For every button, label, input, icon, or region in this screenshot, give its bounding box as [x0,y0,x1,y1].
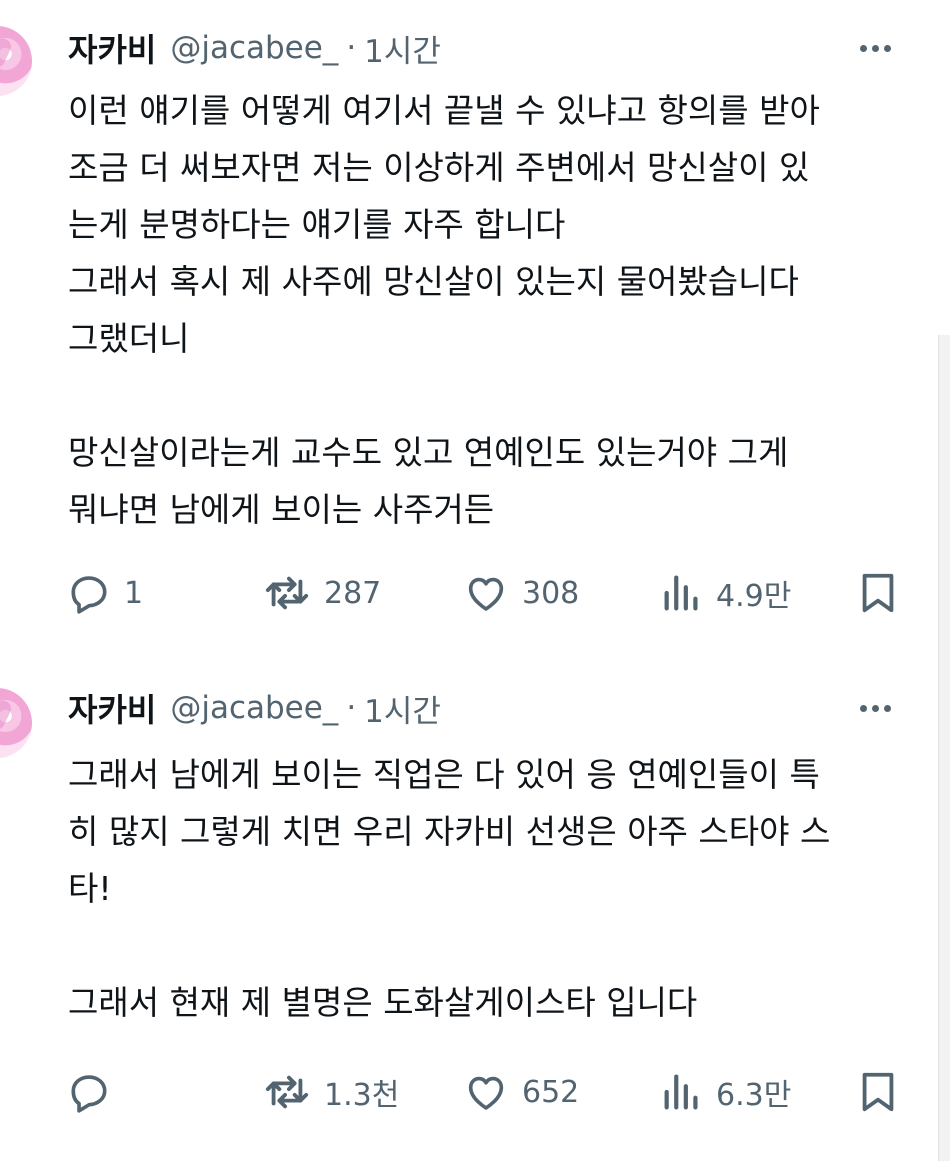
author-handle[interactable]: @jacabee_ [170,690,338,726]
tweet-text: 이런 얘기를 어떻게 여기서 끝낼 수 있냐고 항의를 받아 조금 더 써보자면… [68,91,820,529]
tweet-header: 자카비 @jacabee_ · 1시간 [68,26,441,70]
reply-icon [66,570,112,616]
like-icon [462,570,510,616]
tweet-feed: 자카비 @jacabee_ · 1시간 이런 얘기를 어떻게 여기서 끝낼 수 … [0,0,950,1161]
tweet-text: 그래서 남에게 보이는 직업은 다 있어 응 연예인들이 특 히 많지 그렇게 … [68,755,831,1022]
views-button[interactable]: 6.3만 [660,1067,791,1117]
like-count: 652 [522,1074,580,1110]
action-bar: 1.3천 652 6.3만 [0,1067,950,1117]
more-icon[interactable] [852,686,898,730]
views-icon [660,570,704,616]
retweet-count: 1.3천 [324,1078,400,1113]
like-count: 308 [522,575,580,611]
more-icon[interactable] [852,26,898,70]
timestamp[interactable]: 1시간 [364,686,441,731]
author-handle[interactable]: @jacabee_ [170,30,338,66]
avatar[interactable] [0,26,32,96]
separator-dot: · [346,690,357,726]
reply-count: 1 [124,575,144,611]
timestamp[interactable]: 1시간 [364,26,441,71]
separator-dot: · [346,30,357,66]
views-icon [660,1069,704,1115]
retweet-button[interactable]: 1.3천 [262,1067,399,1117]
author-name[interactable]: 자카비 [68,685,156,731]
action-bar: 1 287 308 4.9만 [0,568,950,618]
reply-icon [66,1069,112,1115]
avatar[interactable] [0,688,32,758]
bookmark-icon [858,570,898,616]
retweet-button[interactable]: 287 [262,568,381,618]
tweet[interactable]: 자카비 @jacabee_ · 1시간 그래서 남에게 보이는 직업은 다 있어… [0,660,950,1161]
like-button[interactable]: 652 [462,1067,579,1117]
retweet-icon [262,570,312,616]
bookmark-button[interactable] [858,568,898,618]
bookmark-icon [858,1069,898,1115]
tweet-header: 자카비 @jacabee_ · 1시간 [68,686,441,730]
views-count: 6.3만 [716,1078,792,1113]
scrollbar[interactable] [938,335,950,1161]
retweet-icon [262,1069,312,1115]
bookmark-button[interactable] [858,1067,898,1117]
reply-button[interactable] [66,1067,124,1117]
like-button[interactable]: 308 [462,568,579,618]
views-count: 4.9만 [716,579,792,614]
tweet[interactable]: 자카비 @jacabee_ · 1시간 이런 얘기를 어떻게 여기서 끝낼 수 … [0,0,950,660]
like-icon [462,1069,510,1115]
reply-button[interactable]: 1 [66,568,143,618]
retweet-count: 287 [324,575,382,611]
author-name[interactable]: 자카비 [68,25,156,71]
views-button[interactable]: 4.9만 [660,568,791,618]
